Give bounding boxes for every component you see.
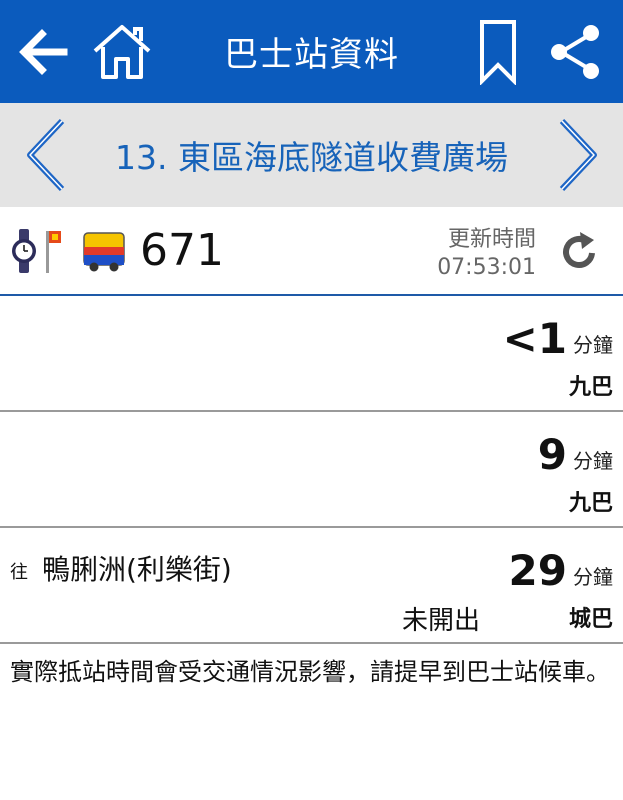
route-info: 671 更新時間 07:53:01 xyxy=(0,207,623,296)
eta-minutes: <1 xyxy=(502,314,567,363)
eta-unit: 分鐘 xyxy=(573,565,613,589)
share-icon[interactable] xyxy=(540,0,610,103)
route-number: 671 xyxy=(140,225,224,276)
bus-icon xyxy=(82,231,126,277)
arrival-row[interactable]: 往 鴨脷洲(利樂街) 29 分鐘 未開出 城巴 xyxy=(0,528,623,644)
departure-status: 未開出 xyxy=(402,606,481,636)
refresh-icon[interactable] xyxy=(556,229,602,279)
app-header: 巴士站資料 xyxy=(0,0,623,103)
update-time-label: 更新時間 xyxy=(447,227,536,252)
stop-selector: 13. 東區海底隧道收費廣場 xyxy=(0,103,623,207)
bookmark-icon[interactable] xyxy=(470,0,526,103)
home-icon[interactable] xyxy=(86,0,158,103)
chevron-right-icon[interactable] xyxy=(548,103,608,207)
arrival-row[interactable]: <1 分鐘 九巴 xyxy=(0,296,623,412)
update-time: 07:53:01 xyxy=(437,255,536,280)
chevron-left-icon[interactable] xyxy=(16,103,76,207)
stop-name: 13. 東區海底隧道收費廣場 xyxy=(115,138,508,177)
eta-unit: 分鐘 xyxy=(573,333,613,357)
arrival-row[interactable]: 9 分鐘 九巴 xyxy=(0,412,623,528)
bus-company: 九巴 xyxy=(568,375,613,400)
arrival-disclaimer: 實際抵站時間會受交通情況影響，請提早到巴士站候車。 xyxy=(10,658,610,686)
bus-company: 九巴 xyxy=(568,491,613,516)
back-arrow-icon[interactable] xyxy=(8,0,80,103)
bus-company: 城巴 xyxy=(568,607,613,632)
page-title: 巴士站資料 xyxy=(224,35,399,75)
destination-prefix: 往 xyxy=(10,562,28,583)
eta-minutes: 9 xyxy=(537,430,567,479)
eta-unit: 分鐘 xyxy=(573,449,613,473)
destination: 鴨脷洲(利樂街) xyxy=(42,553,232,586)
watch-stop-icon xyxy=(10,227,62,279)
eta-minutes: 29 xyxy=(508,546,567,595)
